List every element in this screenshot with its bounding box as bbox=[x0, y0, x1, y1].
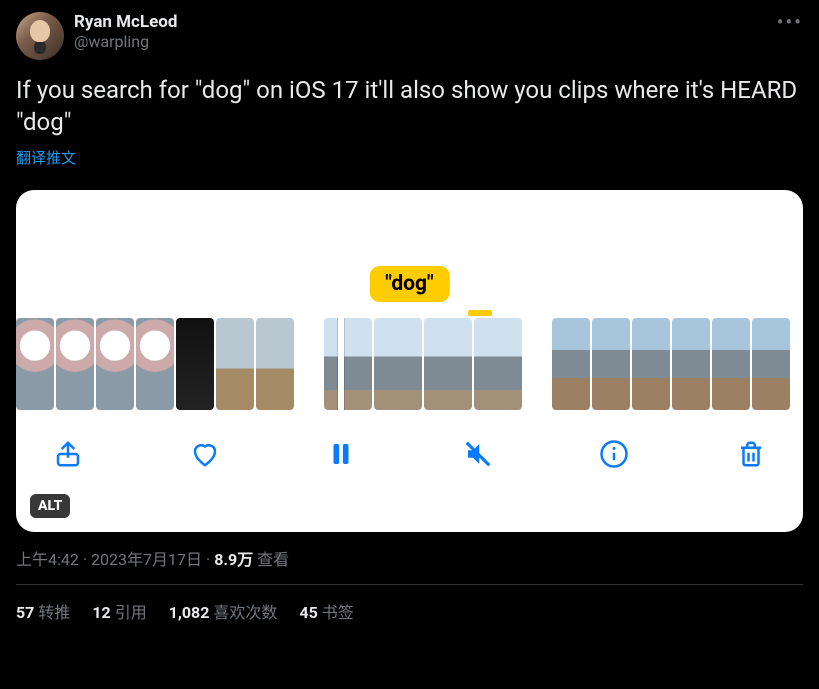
divider bbox=[16, 584, 803, 585]
retweets-label: 转推 bbox=[38, 603, 70, 622]
tweet: ••• Ryan McLeod @warpling If you search … bbox=[0, 0, 819, 635]
display-name: Ryan McLeod bbox=[74, 12, 177, 32]
likes-count: 1,082 bbox=[169, 603, 210, 622]
like-button[interactable] bbox=[185, 434, 225, 474]
info-icon bbox=[599, 439, 629, 469]
media-toolbar bbox=[16, 410, 803, 474]
quotes-count: 12 bbox=[92, 603, 110, 622]
quotes-stat[interactable]: 12 引用 bbox=[92, 599, 146, 623]
bookmarks-label: 书签 bbox=[322, 603, 354, 622]
delete-button[interactable] bbox=[731, 434, 771, 474]
video-thumb[interactable] bbox=[136, 318, 174, 410]
video-thumb[interactable] bbox=[324, 318, 372, 410]
video-thumb[interactable] bbox=[672, 318, 710, 410]
info-button[interactable] bbox=[594, 434, 634, 474]
video-thumb[interactable] bbox=[752, 318, 790, 410]
heart-icon bbox=[190, 439, 220, 469]
alt-badge[interactable]: ALT bbox=[30, 494, 70, 518]
avatar[interactable] bbox=[16, 12, 64, 60]
video-thumb[interactable] bbox=[256, 318, 294, 410]
tweet-text: If you search for "dog" on iOS 17 it'll … bbox=[16, 74, 803, 139]
video-thumb[interactable] bbox=[374, 318, 422, 410]
likes-stat[interactable]: 1,082喜欢次数 bbox=[169, 599, 278, 623]
video-thumb[interactable] bbox=[712, 318, 750, 410]
author-block[interactable]: Ryan McLeod @warpling bbox=[74, 12, 177, 51]
mute-button[interactable] bbox=[458, 434, 498, 474]
tweet-stats: 57转推 12 引用 1,082喜欢次数 45 书签 bbox=[16, 599, 803, 623]
views-label: 查看 bbox=[257, 550, 289, 569]
retweets-count: 57 bbox=[16, 603, 34, 622]
likes-label: 喜欢次数 bbox=[213, 603, 277, 622]
tweet-date[interactable]: 2023年7月17日 bbox=[91, 550, 202, 569]
video-filmstrip[interactable] bbox=[16, 318, 803, 410]
clip-group[interactable] bbox=[324, 318, 522, 410]
playhead[interactable] bbox=[338, 318, 344, 410]
clip-group[interactable] bbox=[16, 318, 294, 410]
video-thumb[interactable] bbox=[216, 318, 254, 410]
bookmarks-count: 45 bbox=[299, 603, 317, 622]
clip-group[interactable] bbox=[552, 318, 790, 410]
mute-icon bbox=[463, 439, 493, 469]
video-thumb[interactable] bbox=[474, 318, 522, 410]
share-button[interactable] bbox=[48, 434, 88, 474]
video-thumb[interactable] bbox=[592, 318, 630, 410]
tweet-header: Ryan McLeod @warpling bbox=[16, 12, 803, 60]
video-thumb[interactable] bbox=[632, 318, 670, 410]
tweet-time[interactable]: 上午4:42 bbox=[16, 550, 79, 569]
search-marker bbox=[468, 310, 492, 316]
translate-link[interactable]: 翻译推文 bbox=[16, 147, 76, 168]
bookmarks-stat[interactable]: 45 书签 bbox=[299, 599, 353, 623]
video-thumb[interactable] bbox=[16, 318, 54, 410]
video-thumb[interactable] bbox=[96, 318, 134, 410]
retweets-stat[interactable]: 57转推 bbox=[16, 599, 70, 623]
quotes-label: 引用 bbox=[115, 603, 147, 622]
video-thumb[interactable] bbox=[56, 318, 94, 410]
views-count: 8.9万 bbox=[214, 550, 253, 569]
search-result-tag: "dog" bbox=[369, 266, 449, 302]
video-thumb[interactable] bbox=[552, 318, 590, 410]
more-button[interactable]: ••• bbox=[777, 10, 803, 34]
pause-button[interactable] bbox=[321, 434, 361, 474]
trash-icon bbox=[736, 439, 766, 469]
media-card[interactable]: "dog" bbox=[16, 190, 803, 532]
share-icon bbox=[53, 439, 83, 469]
tweet-meta: 上午4:42·2023年7月17日·8.9万 查看 bbox=[16, 546, 803, 570]
pause-icon bbox=[326, 439, 356, 469]
video-thumb[interactable] bbox=[176, 318, 214, 410]
handle: @warpling bbox=[74, 32, 177, 51]
media-header: "dog" bbox=[16, 190, 803, 318]
video-thumb[interactable] bbox=[424, 318, 472, 410]
